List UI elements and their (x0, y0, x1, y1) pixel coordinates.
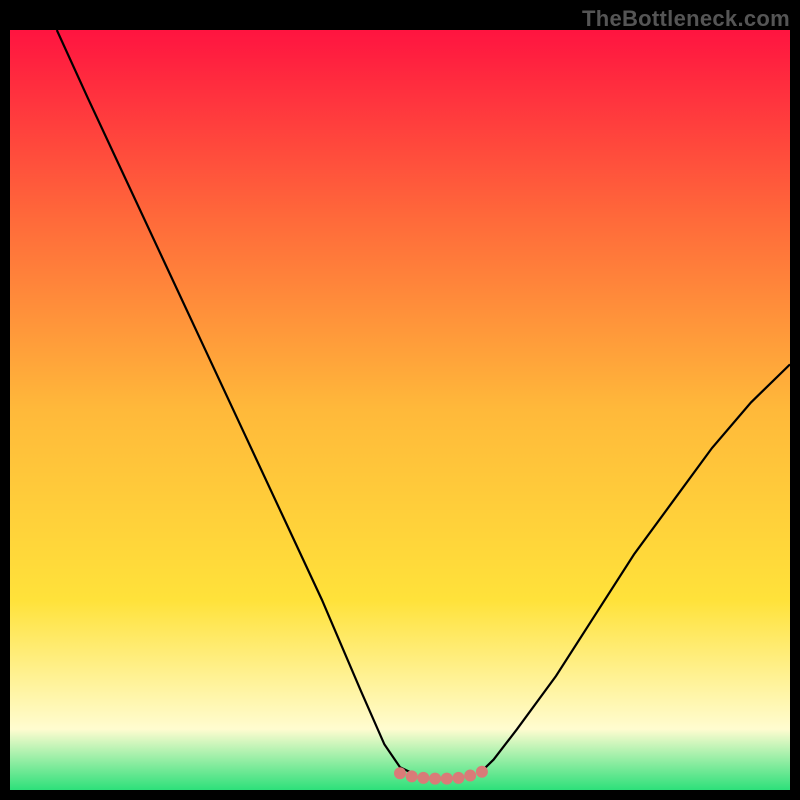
bottleneck-plot (10, 30, 790, 790)
gradient-background (10, 30, 790, 790)
valley-dot (464, 770, 476, 782)
valley-dot (417, 772, 429, 784)
chart-stage: TheBottleneck.com (0, 0, 800, 800)
valley-dot (429, 773, 441, 785)
watermark-text: TheBottleneck.com (582, 6, 790, 32)
valley-dot (453, 772, 465, 784)
valley-dot (441, 773, 453, 785)
valley-dot (476, 766, 488, 778)
valley-dot (406, 770, 418, 782)
valley-dot (394, 767, 406, 779)
